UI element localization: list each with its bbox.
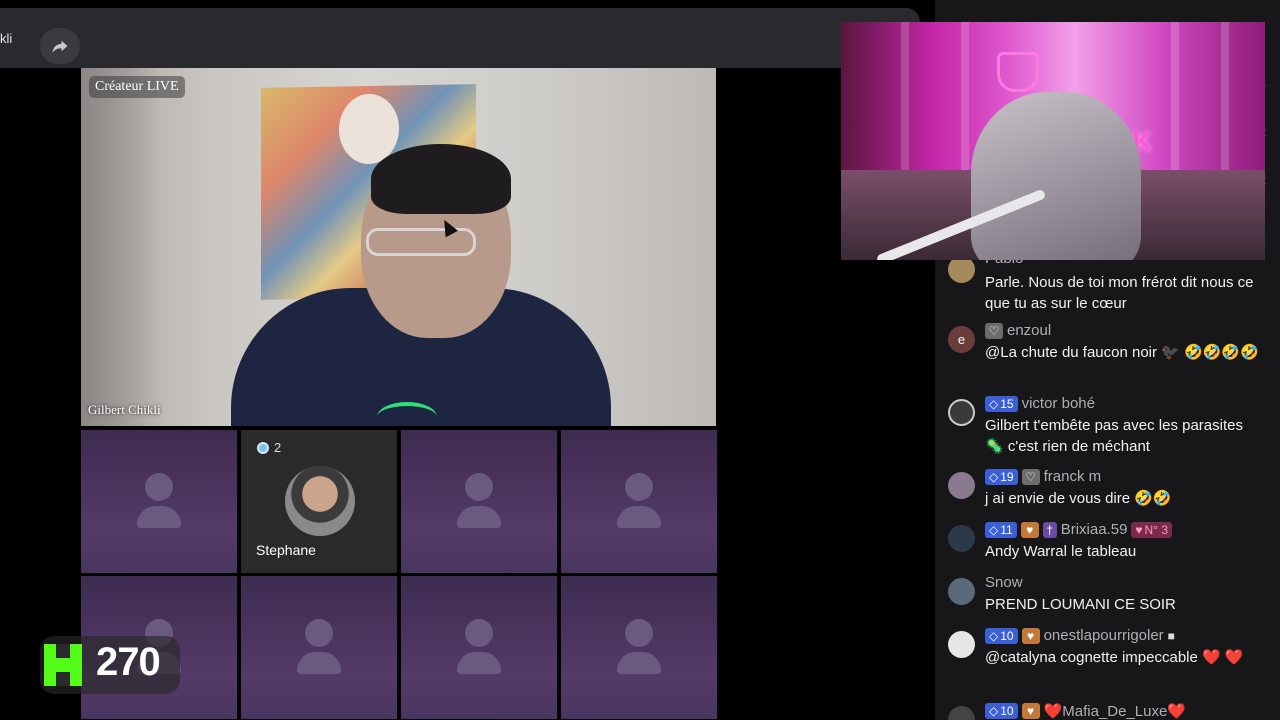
subscriber-months: 10 — [1000, 628, 1014, 643]
kick-logo-notch — [56, 644, 70, 658]
placeholder-user-body — [617, 652, 661, 674]
guest-slot-stephane[interactable]: 2 Stephane — [241, 430, 397, 573]
chat-username[interactable]: onestlapourrigoler — [1044, 627, 1164, 644]
creator-live-badge: Créateur LIVE — [89, 76, 185, 98]
chat-text: @La chute du faucon noir 🐦‍⬛ 🤣🤣🤣🤣 — [985, 344, 1259, 361]
guest-slot-empty[interactable] — [561, 576, 717, 719]
chat-username[interactable]: victor bohé — [1022, 395, 1095, 412]
subscriber-months: 19 — [1000, 469, 1014, 484]
user-avatar[interactable] — [948, 399, 975, 426]
user-avatar[interactable] — [948, 631, 975, 658]
chat-text: PREND LOUMANI CE SOIR — [985, 596, 1176, 613]
chat-text: j ai envie de vous dire 🤣🤣 — [985, 490, 1172, 507]
placeholder-user-body — [617, 506, 661, 528]
guest-slot-empty[interactable] — [401, 430, 557, 573]
wall-shadow — [81, 68, 161, 426]
placeholder-user-icon — [145, 473, 173, 501]
placeholder-user-icon — [625, 619, 653, 647]
placeholder-user-body — [457, 506, 501, 528]
streamer-hooded-figure — [971, 92, 1141, 260]
subscriber-badge: ◇ 15 — [985, 395, 1018, 412]
subscriber-badge: ◇ 10 — [985, 627, 1018, 644]
rank-badge: ♥ N° 3 — [1131, 521, 1173, 538]
guest-slot-empty[interactable] — [561, 430, 717, 573]
kick-logo-notch — [56, 672, 70, 686]
subscriber-months: 11 — [1000, 522, 1013, 537]
shield-badge-icon: ♡ — [985, 322, 1003, 339]
host-glasses — [366, 228, 476, 256]
guest-count: 2 — [257, 440, 281, 455]
chat-message-header: ◇ 10 ♥ ❤️Mafia_De_Luxe❤️ — [985, 702, 1186, 720]
rank-value: N° 3 — [1144, 522, 1169, 537]
chat-message-header: ◇ 15 victor bohé — [985, 395, 1095, 412]
shield-badge-icon: ♡ — [1021, 468, 1040, 485]
subscriber-badge: ◇ 19 — [985, 468, 1018, 485]
chat-username[interactable]: Brixiaa.59 — [1061, 521, 1128, 538]
host-video[interactable]: Créateur LIVE Gilbert Chikli — [81, 68, 716, 426]
viewer-count: 270 — [96, 640, 161, 684]
placeholder-user-icon — [465, 473, 493, 501]
guest-avatar — [285, 466, 355, 536]
streamer-cam: KICK — [841, 22, 1265, 260]
guest-count-value: 2 — [274, 440, 282, 455]
chat-username[interactable]: franck m — [1044, 468, 1102, 485]
share-arrow-icon — [52, 40, 68, 53]
chat-username[interactable]: Snow — [985, 574, 1023, 591]
chat-text: Gilbert t'embête pas avec les parasites … — [985, 417, 1243, 455]
viewer-counter: 270 — [40, 636, 180, 694]
chat-text: Parle. Nous de toi mon frérot dit nous c… — [985, 274, 1254, 312]
placeholder-user-icon — [465, 619, 493, 647]
heart-badge-icon: ♥ — [1021, 703, 1040, 719]
subscriber-badge: ◇ 10 — [985, 703, 1018, 719]
guest-name: Stephane — [256, 542, 316, 558]
avatar-letter: e — [957, 332, 966, 347]
chat-username[interactable]: ❤️Mafia_De_Luxe❤️ — [1044, 702, 1186, 720]
placeholder-user-body — [457, 652, 501, 674]
user-avatar[interactable] — [948, 525, 975, 552]
chat-message-header: Snow — [985, 574, 1023, 591]
placeholder-user-icon — [625, 473, 653, 501]
neon-hat-icon — [997, 52, 1039, 92]
subscriber-months: 10 — [1000, 704, 1014, 718]
user-avatar[interactable] — [948, 706, 975, 720]
guest-slot-empty[interactable] — [401, 576, 557, 719]
gem-icon — [257, 441, 269, 454]
placeholder-user-body — [297, 652, 341, 674]
window-title: kli — [0, 31, 13, 46]
heart-badge-icon: ♥ — [1020, 521, 1039, 538]
guest-slot-empty[interactable] — [241, 576, 397, 719]
share-button[interactable] — [40, 28, 80, 64]
host-name-tag: Gilbert Chikli — [88, 402, 161, 417]
chat-message-header: ◇ 11 ♥ † Brixiaa.59 ♥ N° 3 — [985, 521, 1173, 538]
chat-message-header: ♡ enzoul — [985, 322, 1051, 339]
kick-logo-icon — [44, 644, 82, 686]
user-avatar[interactable] — [948, 472, 975, 499]
chat-message-header: ◇ 19 ♡ franck m — [985, 468, 1101, 485]
user-avatar[interactable] — [948, 578, 975, 605]
host-hair — [371, 144, 511, 214]
placeholder-user-body — [137, 506, 181, 528]
heart-badge-icon: ♥ — [1021, 627, 1040, 644]
chat-username[interactable]: enzoul — [1007, 322, 1051, 339]
user-avatar[interactable] — [948, 256, 975, 283]
gift-icon: ■ — [1167, 628, 1175, 643]
placeholder-user-icon — [305, 619, 333, 647]
mic-light — [377, 402, 437, 426]
top-bar: kli — [0, 8, 920, 68]
subscriber-badge: ◇ 11 — [985, 521, 1017, 538]
subscriber-months: 15 — [1000, 396, 1014, 411]
chat-message-header: ◇ 10 ♥ onestlapourrigoler ■ — [985, 627, 1175, 644]
user-avatar[interactable]: e — [948, 326, 975, 353]
guest-slot-empty[interactable] — [81, 430, 237, 573]
chat-text: Andy Warral le tableau — [985, 543, 1137, 560]
sword-badge-icon: † — [1042, 521, 1057, 538]
chat-text: @catalyna cognette impeccable ❤️ ❤️ — [985, 649, 1244, 666]
